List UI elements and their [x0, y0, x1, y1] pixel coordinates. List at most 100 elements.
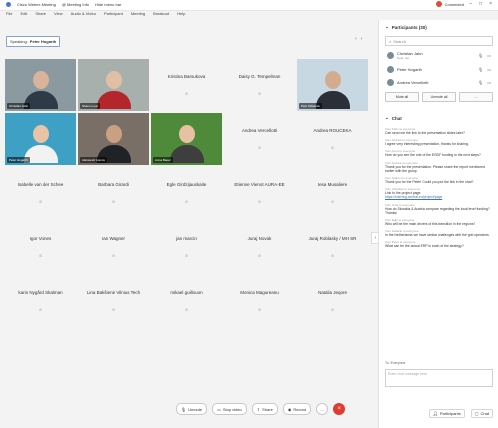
grid-next-icon[interactable]: › — [361, 36, 363, 42]
camera-icon[interactable]: ▭ — [487, 67, 491, 72]
menu-item[interactable]: Participant — [104, 11, 123, 18]
head-shape — [105, 71, 122, 89]
participant-tile[interactable]: Barbara Girardi ⊘ — [77, 166, 150, 220]
participant-tile[interactable]: Lina Bakšienė Vilnius Tech ⊘ — [77, 274, 150, 328]
microphone-icon[interactable]: 🎙︎ — [478, 67, 483, 72]
participant-tile[interactable]: Aleksandr Ivanov — [77, 112, 150, 166]
participant-row[interactable]: Peter Hogarth 🎙︎ ▭ — [379, 63, 498, 76]
menu-item[interactable]: Breakout — [153, 11, 169, 18]
menu-item[interactable]: Meeting — [131, 11, 145, 18]
participant-tile[interactable]: Andrea Vercellotti ⊘ — [223, 112, 296, 166]
participant-action-button[interactable]: ... — [459, 92, 493, 102]
participant-row[interactable]: Andrea Vercellotti 🎙︎ ▭ — [379, 76, 498, 89]
search-placeholder: Search — [393, 38, 406, 44]
participants-header[interactable]: ⌄ Participants (30) — [379, 20, 498, 34]
participant-tile[interactable]: Juraj Novak ⊘ — [223, 220, 296, 274]
participant-list: Christian Jahn Host, me 🎙︎ ▭ Peter Hogarth 🎙︎… — [379, 48, 498, 89]
participant-tile[interactable]: Peter Hogarth — [4, 112, 77, 166]
participant-tile[interactable]: Iesa Musaliere ⊘ — [296, 166, 369, 220]
chat-text: What can be the actual ERP in each of th… — [385, 244, 464, 249]
participant-tile[interactable]: Daisy G. Tempelman ⊘ — [223, 58, 296, 112]
participant-tile[interactable]: Etienne Vienot AURA-EE ⊘ — [223, 166, 296, 220]
participant-tile[interactable]: Egle Girdzijauskaite ⊘ — [150, 166, 223, 220]
microphone-icon[interactable]: 🎙︎ — [478, 80, 483, 85]
participant-name: Natalia Jeqore — [317, 290, 348, 295]
menu-item[interactable]: Help — [177, 11, 185, 18]
participant-action-button[interactable]: Mute all — [385, 92, 419, 102]
close-button[interactable]: × — [489, 1, 492, 7]
head-shape — [178, 125, 195, 143]
participant-name: Isabelle van der Schee — [17, 182, 64, 187]
minimize-button[interactable]: – — [469, 1, 472, 7]
maximize-button[interactable]: □ — [479, 1, 482, 7]
microphone-icon[interactable]: 🎙︎ — [478, 53, 483, 58]
muted-mic-icon: ⊘ — [184, 199, 189, 204]
participant-action-button[interactable]: Unmute all — [422, 92, 456, 102]
participant-search-input[interactable]: ⌕ Search — [385, 36, 493, 46]
unmute-button[interactable]: 🎙︎ Unmute — [176, 403, 208, 415]
chat-text: Who will be the main drivers of this tra… — [385, 222, 476, 227]
participant-tile[interactable]: Monica Magureanu ⊘ — [223, 274, 296, 328]
participant-tile[interactable]: Anna Bauer — [150, 112, 223, 166]
participant-row-name: Peter Hogarth — [397, 67, 422, 72]
menu-item[interactable]: Edit — [20, 11, 27, 18]
chat-toggle-button[interactable]: ▢ Chat — [470, 409, 493, 418]
muted-mic-icon: ⊘ — [184, 253, 189, 258]
chat-message: from Anna to everyone How do you see the … — [385, 149, 493, 157]
participant-tile[interactable]: Christian Jahn — [4, 58, 77, 112]
participant-name: Ian Wagner — [101, 236, 126, 241]
camera-icon[interactable]: ▭ — [487, 53, 491, 58]
chat-messages[interactable]: from Karin to everyone Can send me the li… — [379, 125, 498, 359]
participant-row-name: Andrea Vercellotti — [397, 80, 429, 85]
participant-tile[interactable]: Isabelle van der Schee ⊘ — [4, 166, 77, 220]
participant-tile[interactable]: Kristina Barsukova ⊘ — [150, 58, 223, 112]
participant-tile[interactable]: Igor Vones ⊘ — [4, 220, 77, 274]
participant-tile[interactable] — [77, 328, 150, 382]
muted-mic-icon: ⊘ — [184, 91, 189, 96]
participant-tile[interactable]: Andrea ROUCEKA ⊘ — [296, 112, 369, 166]
participant-tile[interactable]: jan marcin ⊘ — [150, 220, 223, 274]
participant-tile[interactable]: Ian Wagner ⊘ — [77, 220, 150, 274]
participant-tile[interactable]: mikael guillouon ⊘ — [150, 274, 223, 328]
body-shape — [169, 145, 204, 163]
video-grid: Christian Jahn Sharon Levi Kristina Barsuk… — [4, 58, 369, 383]
grid-prev-icon[interactable]: ‹ — [355, 36, 357, 42]
participant-tile[interactable] — [296, 328, 369, 382]
title-bar: Cisco Webex Meeting @ Meeting Info Hide … — [0, 0, 498, 11]
chat-link[interactable]: https://interreg-central.eu/project/page — [385, 195, 493, 199]
stop-video-button[interactable]: ▭ Stop video — [212, 403, 247, 415]
chat-header[interactable]: ⌄ Chat — [379, 111, 498, 125]
chat-input[interactable]: Enter chat message here — [385, 369, 493, 387]
more-options-button[interactable]: … — [316, 403, 329, 415]
avatar — [387, 52, 394, 59]
participant-tile[interactable]: Piotr Kiliaszek — [296, 58, 369, 112]
connection-status[interactable]: Connected — [435, 1, 464, 7]
end-meeting-button[interactable]: × — [333, 403, 346, 415]
participants-toggle-button[interactable]: 👤︎ Participants — [428, 409, 465, 418]
menu-item[interactable]: View — [54, 11, 63, 18]
app-name: Cisco Webex Meeting — [17, 2, 56, 7]
camera-icon[interactable]: ▭ — [487, 80, 491, 85]
participant-tile[interactable] — [223, 328, 296, 382]
chat-text: How do Slovakia & Austria compare regard… — [385, 206, 490, 215]
participants-title: Participants (30) — [391, 24, 427, 30]
meeting-info-link[interactable]: @ Meeting Info — [62, 2, 89, 7]
participant-tile[interactable] — [150, 328, 223, 382]
share-button[interactable]: ⇪ Share — [251, 403, 278, 415]
participant-name: Lina Bakšienė Vilnius Tech — [86, 290, 141, 295]
participant-tile[interactable]: karin Nygård Skalman ⊘ — [4, 274, 77, 328]
record-button[interactable]: ◉ Record — [282, 403, 312, 415]
participant-row[interactable]: Christian Jahn Host, me 🎙︎ ▭ — [379, 48, 498, 63]
unmute-label: Unmute — [188, 406, 203, 412]
menu-item[interactable]: File — [6, 11, 12, 18]
participant-name: karin Nygård Skalman — [18, 290, 63, 295]
share-icon: ⇪ — [256, 406, 261, 412]
participant-tile[interactable]: Juraj Roblasky / MH SR ⊘ — [296, 220, 369, 274]
menu-item[interactable]: Audio & Video — [71, 11, 96, 18]
participant-tile[interactable]: Natalia Jeqore ⊘ — [296, 274, 369, 328]
participant-tile[interactable]: Sharon Levi — [77, 58, 150, 112]
participant-tile[interactable] — [4, 328, 77, 382]
hide-menu-link[interactable]: Hide menu bar — [95, 2, 121, 7]
chat-recipient-select[interactable]: To: Everyone — [379, 359, 498, 367]
menu-item[interactable]: Share — [35, 11, 46, 18]
